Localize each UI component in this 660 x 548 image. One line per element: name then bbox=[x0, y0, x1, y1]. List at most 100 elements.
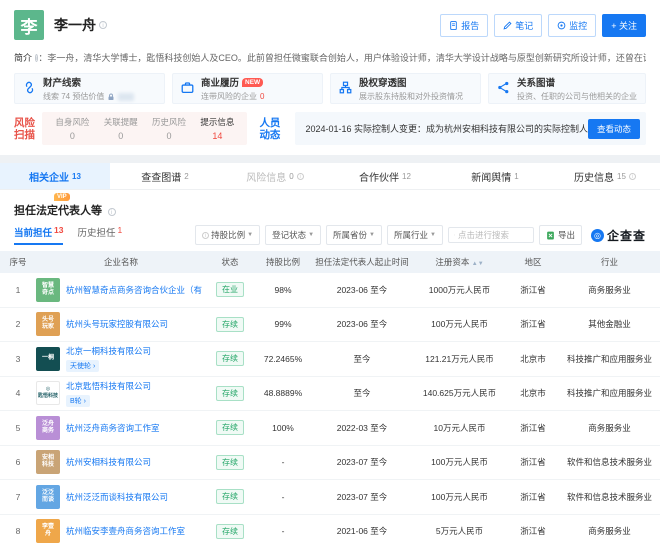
subtab-1[interactable]: 当前担任13 bbox=[14, 225, 63, 245]
intro-colon: ： bbox=[38, 51, 47, 64]
company-name-link[interactable]: 杭州安相科技有限公司 bbox=[66, 456, 151, 468]
company-logo: 泛泛而谈 bbox=[36, 485, 60, 509]
funding-round-tag[interactable]: B轮 › bbox=[66, 395, 90, 407]
personnel-box: 2024-01-16 实际控制人变更：成为杭州安相科技有限公司的实际控制人 查看… bbox=[295, 112, 646, 145]
note-button[interactable]: 笔记 bbox=[494, 14, 542, 37]
feature-card-2[interactable]: 商业履历NEW连带风险的企业0 bbox=[172, 73, 323, 104]
filter-info-icon: i bbox=[202, 232, 209, 239]
feature-desc: 线索 74 预估价值 bbox=[43, 91, 104, 102]
company-name-link[interactable]: 杭州临安李壹舟商务咨询工作室 bbox=[66, 525, 185, 537]
tab-2[interactable]: 查查图谱2 bbox=[110, 163, 220, 189]
filter-label: 所属行业 bbox=[394, 229, 428, 241]
region: 浙江省 bbox=[507, 318, 559, 330]
col-header-5: 担任法定代表人起止时间 bbox=[312, 256, 412, 268]
risk-stat-label: 自身风险 bbox=[48, 116, 96, 128]
row-number: 7 bbox=[0, 492, 36, 502]
tab-label: 查查图谱 bbox=[141, 169, 181, 184]
company-logo: 头号玩家 bbox=[36, 312, 60, 336]
profile-card: 李 李一舟 i 报告笔记监控+ 关注 简介 i ： 李一舟，清华大学博士，匙悟科… bbox=[0, 0, 660, 155]
company-logo: 李壹舟 bbox=[36, 519, 60, 543]
shareholding-ratio: 72.2465% bbox=[254, 354, 312, 364]
company-name-link[interactable]: 杭州头号玩家控股有限公司 bbox=[66, 318, 168, 330]
filter-label: 所属省份 bbox=[333, 229, 367, 241]
tab-5[interactable]: 新闻舆情1 bbox=[440, 163, 550, 189]
tab-label: 新闻舆情 bbox=[471, 169, 511, 184]
feature-desc: 投资、任职的公司与他相关的企业 bbox=[517, 91, 637, 102]
search-input[interactable] bbox=[458, 230, 528, 240]
industry: 其他金融业 bbox=[559, 318, 660, 330]
risk-scan-title: 风险扫描 bbox=[14, 112, 36, 145]
feature-desc: 连带风险的企业 bbox=[201, 91, 257, 102]
feature-card-4[interactable]: 关系图谱投资、任职的公司与他相关的企业 bbox=[488, 73, 646, 104]
tenure-period: 至今 bbox=[312, 353, 412, 365]
table-row: 1智慧奇点杭州智慧奇点商务咨询合伙企业（有限合伙）在业98%2023-06 至今… bbox=[0, 273, 660, 308]
funding-round-tag[interactable]: 天使轮 › bbox=[66, 360, 99, 372]
company-name-link[interactable]: 北京一桐科技有限公司 bbox=[66, 345, 151, 357]
filter-2[interactable]: 登记状态▼ bbox=[265, 225, 321, 245]
status-badge: 存续 bbox=[216, 386, 244, 401]
subtab-count: 1 bbox=[118, 225, 123, 241]
subtab-2[interactable]: 历史担任1 bbox=[77, 225, 122, 245]
follow-button[interactable]: + 关注 bbox=[602, 14, 646, 37]
personnel-text: 2024-01-16 实际控制人变更：成为杭州安相科技有限公司的实际控制人 bbox=[305, 122, 588, 135]
region: 浙江省 bbox=[507, 284, 559, 296]
personnel-title: 人员动态 bbox=[259, 112, 289, 145]
col-header-3: 状态 bbox=[206, 256, 254, 268]
section-title: 担任法定代表人等 bbox=[14, 205, 102, 217]
company-name-link[interactable]: 杭州泛泛而谈科技有限公司 bbox=[66, 491, 168, 503]
intro-text: 李一舟，清华大学博士，匙悟科技创始人及CEO。此前曾担任微蜜联合创始人，用户体验… bbox=[47, 51, 646, 64]
brand-logo[interactable]: ◎ 企查查 bbox=[591, 227, 646, 244]
feature-cards: 财产线索线索 74 预估价值商业履历NEW连带风险的企业0股权穿透图展示股东持股… bbox=[14, 73, 646, 104]
risk-stat-4[interactable]: 提示信息14 bbox=[193, 116, 241, 141]
tab-4[interactable]: 合作伙伴12 bbox=[330, 163, 440, 189]
tab-3[interactable]: 风险信息0i bbox=[220, 163, 330, 189]
tab-bar: 相关企业13查查图谱2风险信息0i合作伙伴12新闻舆情1历史信息15i bbox=[0, 163, 660, 190]
risk-stat-2[interactable]: 关联提醒0 bbox=[97, 116, 145, 141]
risk-stat-3[interactable]: 历史风险0 bbox=[145, 116, 193, 141]
view-dynamics-button[interactable]: 查看动态 bbox=[588, 119, 640, 139]
tab-1[interactable]: 相关企业13 bbox=[0, 163, 110, 189]
blurred-value bbox=[118, 93, 134, 101]
name-info-icon[interactable]: i bbox=[99, 21, 107, 29]
feature-card-3[interactable]: 股权穿透图展示股东持股和对外投资情况 bbox=[330, 73, 481, 104]
subtabs: 当前担任13 历史担任1 bbox=[14, 225, 122, 245]
action-label: 监控 bbox=[569, 19, 587, 32]
company-name-link[interactable]: 北京匙悟科技有限公司 bbox=[66, 380, 151, 392]
tab-label: 相关企业 bbox=[29, 169, 69, 184]
col-header-6[interactable]: 注册资本 ▲▼ bbox=[412, 256, 507, 268]
table-row: 7泛泛而谈杭州泛泛而谈科技有限公司存续-2023-07 至今100万元人民币浙江… bbox=[0, 480, 660, 515]
intro-row: 简介 i ： 李一舟，清华大学博士，匙悟科技创始人及CEO。此前曾担任微蜜联合创… bbox=[14, 51, 646, 64]
shareholding-ratio: - bbox=[254, 526, 312, 536]
filter-1[interactable]: i持股比例▼ bbox=[195, 225, 260, 245]
subtab-label: 当前担任 bbox=[14, 225, 52, 239]
tab-6[interactable]: 历史信息15i bbox=[550, 163, 660, 189]
risk-stat-label: 历史风险 bbox=[145, 116, 193, 128]
export-excel-icon bbox=[546, 231, 555, 240]
region: 北京市 bbox=[507, 353, 559, 365]
table-row: 6安相科技杭州安相科技有限公司存续-2023-07 至今100万元人民币浙江省软… bbox=[0, 446, 660, 481]
industry: 软件和信息技术服务业 bbox=[559, 491, 660, 503]
table-row: 4◎匙悟科技北京匙悟科技有限公司B轮 ›存续48.8889%至今140.625万… bbox=[0, 377, 660, 412]
qcc-logo-icon: ◎ bbox=[591, 229, 604, 242]
company-name-link[interactable]: 杭州智慧奇点商务咨询合伙企业（有限合伙） bbox=[66, 284, 202, 296]
status-badge: 存续 bbox=[216, 317, 244, 332]
equity-icon bbox=[339, 81, 352, 96]
filter-3[interactable]: 所属省份▼ bbox=[326, 225, 382, 245]
row-number: 8 bbox=[0, 526, 36, 536]
section-info-icon[interactable]: i bbox=[108, 208, 116, 216]
monitor-button[interactable]: 监控 bbox=[548, 14, 596, 37]
registered-capital: 121.21万元人民币 bbox=[412, 353, 507, 365]
filter-label: 登记状态 bbox=[272, 229, 306, 241]
feature-card-1[interactable]: 财产线索线索 74 预估价值 bbox=[14, 73, 165, 104]
row-number: 2 bbox=[0, 319, 36, 329]
action-label: 报告 bbox=[461, 19, 479, 32]
risk-stat-1[interactable]: 自身风险0 bbox=[48, 116, 96, 141]
export-button[interactable]: 导出 bbox=[539, 225, 582, 245]
company-name-link[interactable]: 杭州泛舟商务咨询工作室 bbox=[66, 422, 160, 434]
report-button[interactable]: 报告 bbox=[440, 14, 488, 37]
table-header: 序号企业名称状态持股比例担任法定代表人起止时间注册资本 ▲▼地区行业 bbox=[0, 251, 660, 273]
section-gap bbox=[0, 155, 660, 163]
clue-icon bbox=[23, 81, 36, 96]
monitor-icon bbox=[557, 21, 566, 30]
filter-4[interactable]: 所属行业▼ bbox=[387, 225, 443, 245]
